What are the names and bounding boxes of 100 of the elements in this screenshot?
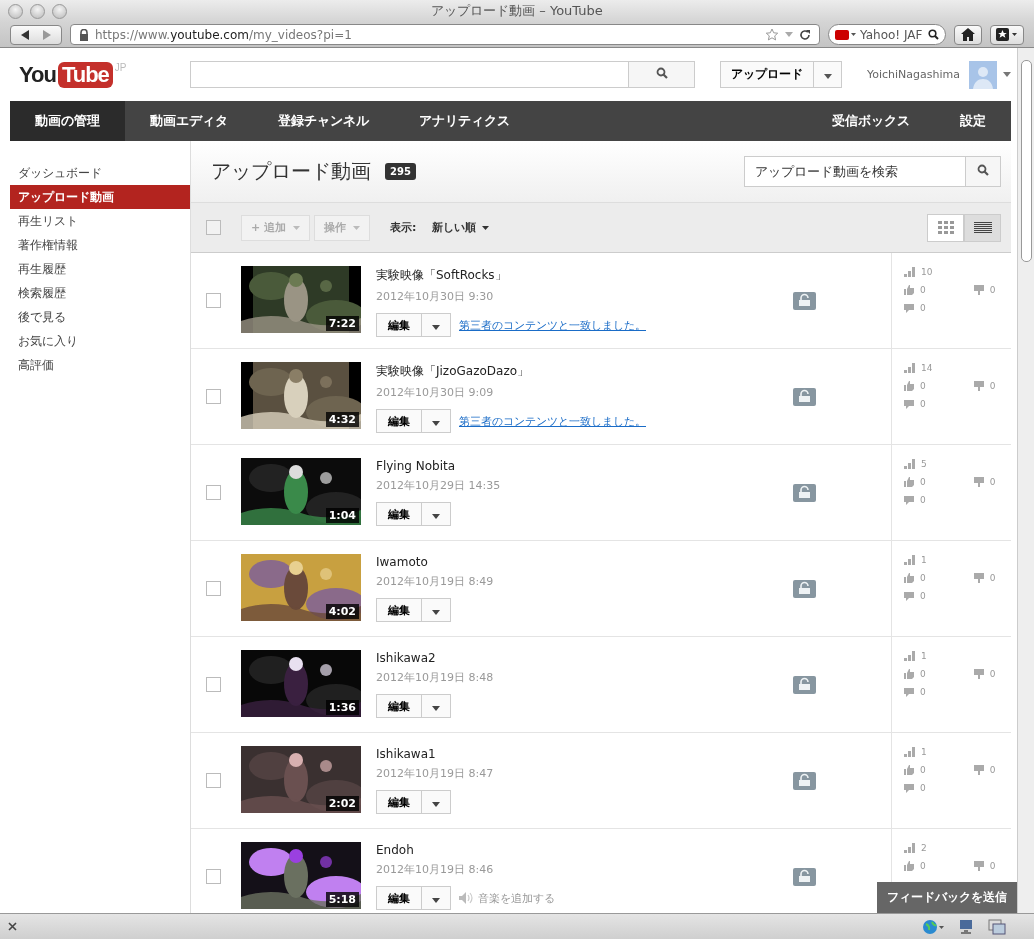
sidebar-item[interactable]: 検索履歴 [10, 281, 190, 305]
video-title[interactable]: Ishikawa1 [376, 747, 494, 761]
sidebar-item[interactable]: アップロード動画 [10, 185, 190, 209]
sidebar-item[interactable]: 再生履歴 [10, 257, 190, 281]
edit-menu-button[interactable] [422, 598, 451, 622]
upload-button[interactable]: アップロード [720, 61, 814, 88]
web-search-field[interactable]: Yahoo! JAF [828, 24, 946, 45]
edit-button[interactable]: 編集 [376, 409, 422, 433]
search-icon[interactable] [928, 29, 939, 40]
edit-menu-button[interactable] [422, 313, 451, 337]
scrollbar[interactable] [1017, 48, 1034, 913]
reload-icon[interactable] [799, 28, 811, 41]
engine-menu-icon[interactable] [835, 29, 857, 40]
nav-tab[interactable]: 動画エディタ [125, 101, 253, 141]
user-name[interactable]: YoichiNagashima [866, 68, 960, 81]
search-icon[interactable] [977, 164, 989, 176]
close-icon[interactable] [8, 922, 17, 931]
upload-menu-button[interactable] [814, 61, 842, 88]
caret-icon[interactable] [432, 609, 440, 615]
back-forward-buttons[interactable] [10, 24, 62, 45]
row-checkbox[interactable] [206, 485, 221, 500]
video-title[interactable]: Endoh [376, 843, 555, 857]
video-title[interactable]: Flying Nobita [376, 459, 501, 473]
search-field[interactable] [190, 61, 629, 88]
nav-tab[interactable]: 動画の管理 [10, 101, 125, 141]
nav-tab[interactable]: 受信ボックス [807, 101, 935, 141]
row-checkbox[interactable] [206, 293, 221, 308]
list-view-button[interactable] [964, 213, 1001, 242]
content-match-link[interactable]: 第三者のコンテンツと一致しました。 [459, 413, 646, 429]
comment-count: 0 [920, 399, 926, 409]
edit-button[interactable]: 編集 [376, 598, 422, 622]
caret-icon[interactable] [432, 324, 440, 330]
like-count: 0 [920, 669, 926, 679]
upload-date: 2012年10月19日 8:46 [376, 862, 495, 877]
comment-icon [904, 303, 914, 313]
video-title[interactable]: 実験映像「SoftRocks」 [376, 267, 646, 284]
content-match-link[interactable]: 第三者のコンテンツと一致しました。 [459, 317, 646, 333]
bookmarks-button[interactable] [990, 24, 1024, 45]
window-icon[interactable] [988, 918, 1006, 935]
search-button[interactable] [966, 156, 1001, 187]
upload-date: 2012年10月19日 8:47 [376, 766, 494, 781]
comment-icon [904, 687, 914, 697]
globe-icon[interactable] [922, 918, 944, 935]
search-icon[interactable] [655, 67, 668, 79]
edit-menu-button[interactable] [422, 694, 451, 718]
home-icon[interactable] [961, 28, 975, 41]
edit-menu-button[interactable] [422, 502, 451, 526]
row-checkbox[interactable] [206, 677, 221, 692]
upload-date: 2012年10月19日 8:49 [376, 574, 494, 589]
list-icon[interactable] [973, 222, 992, 233]
dislike-count: 0 [989, 477, 996, 487]
star-icon[interactable] [765, 28, 779, 41]
sort-dropdown[interactable]: 新しい順 [426, 219, 496, 236]
sidebar-item[interactable]: 著作権情報 [10, 233, 190, 257]
edit-button[interactable]: 編集 [376, 790, 422, 814]
views-icon [904, 555, 915, 565]
nav-tab[interactable]: 設定 [935, 101, 1011, 141]
select-all-checkbox[interactable] [206, 220, 221, 235]
edit-menu-button[interactable] [422, 409, 451, 433]
sidebar-item[interactable]: お気に入り [10, 329, 190, 353]
unlocked-padlock-icon [793, 387, 816, 406]
caret-icon[interactable] [432, 897, 440, 903]
view-count: 5 [921, 459, 927, 469]
sidebar-item[interactable]: 後で見る [10, 305, 190, 329]
edit-button[interactable]: 編集 [376, 502, 422, 526]
feedback-button[interactable]: フィードバックを送信 [877, 882, 1017, 913]
dislike-count: 0 [989, 765, 996, 775]
search-button[interactable] [629, 61, 695, 88]
nav-tab[interactable]: アナリティクス [394, 101, 535, 141]
sidebar-item[interactable]: 再生リスト [10, 209, 190, 233]
caret-icon[interactable] [432, 420, 440, 426]
caret-icon[interactable] [482, 225, 490, 230]
edit-button[interactable]: 編集 [376, 313, 422, 337]
edit-button[interactable]: 編集 [376, 694, 422, 718]
nav-tab[interactable]: 登録チャンネル [253, 101, 394, 141]
address-bar[interactable]: https://www.youtube.com/my_videos?pi=1 [70, 24, 820, 45]
logo[interactable]: You Tube $^{JP}$ [10, 61, 190, 88]
row-checkbox[interactable] [206, 581, 221, 596]
home-button[interactable] [954, 24, 982, 45]
video-search-field[interactable]: アップロード動画を検索 [744, 156, 966, 187]
edit-menu-button[interactable] [422, 790, 451, 814]
caret-icon[interactable] [432, 705, 440, 711]
like-count: 0 [920, 381, 926, 391]
row-checkbox[interactable] [206, 773, 221, 788]
star-menu-icon[interactable] [996, 28, 1018, 41]
video-title[interactable]: Iwamoto [376, 555, 494, 569]
video-title[interactable]: Ishikawa2 [376, 651, 494, 665]
edit-menu-button[interactable] [422, 886, 451, 910]
grid-icon[interactable] [937, 221, 954, 234]
row-checkbox[interactable] [206, 869, 221, 884]
thumbs-down-icon [973, 285, 984, 295]
caret-icon[interactable] [432, 513, 440, 519]
row-checkbox[interactable] [206, 389, 221, 404]
caret-icon[interactable] [823, 74, 832, 79]
video-title[interactable]: 実験映像「JizoGazoDazo」 [376, 363, 646, 380]
caret-icon[interactable] [432, 801, 440, 807]
edit-button[interactable]: 編集 [376, 886, 422, 910]
sidebar-item[interactable]: ダッシュボード [10, 161, 190, 185]
sidebar-item[interactable]: 高評価 [10, 353, 190, 377]
monitor-icon[interactable] [958, 918, 974, 935]
